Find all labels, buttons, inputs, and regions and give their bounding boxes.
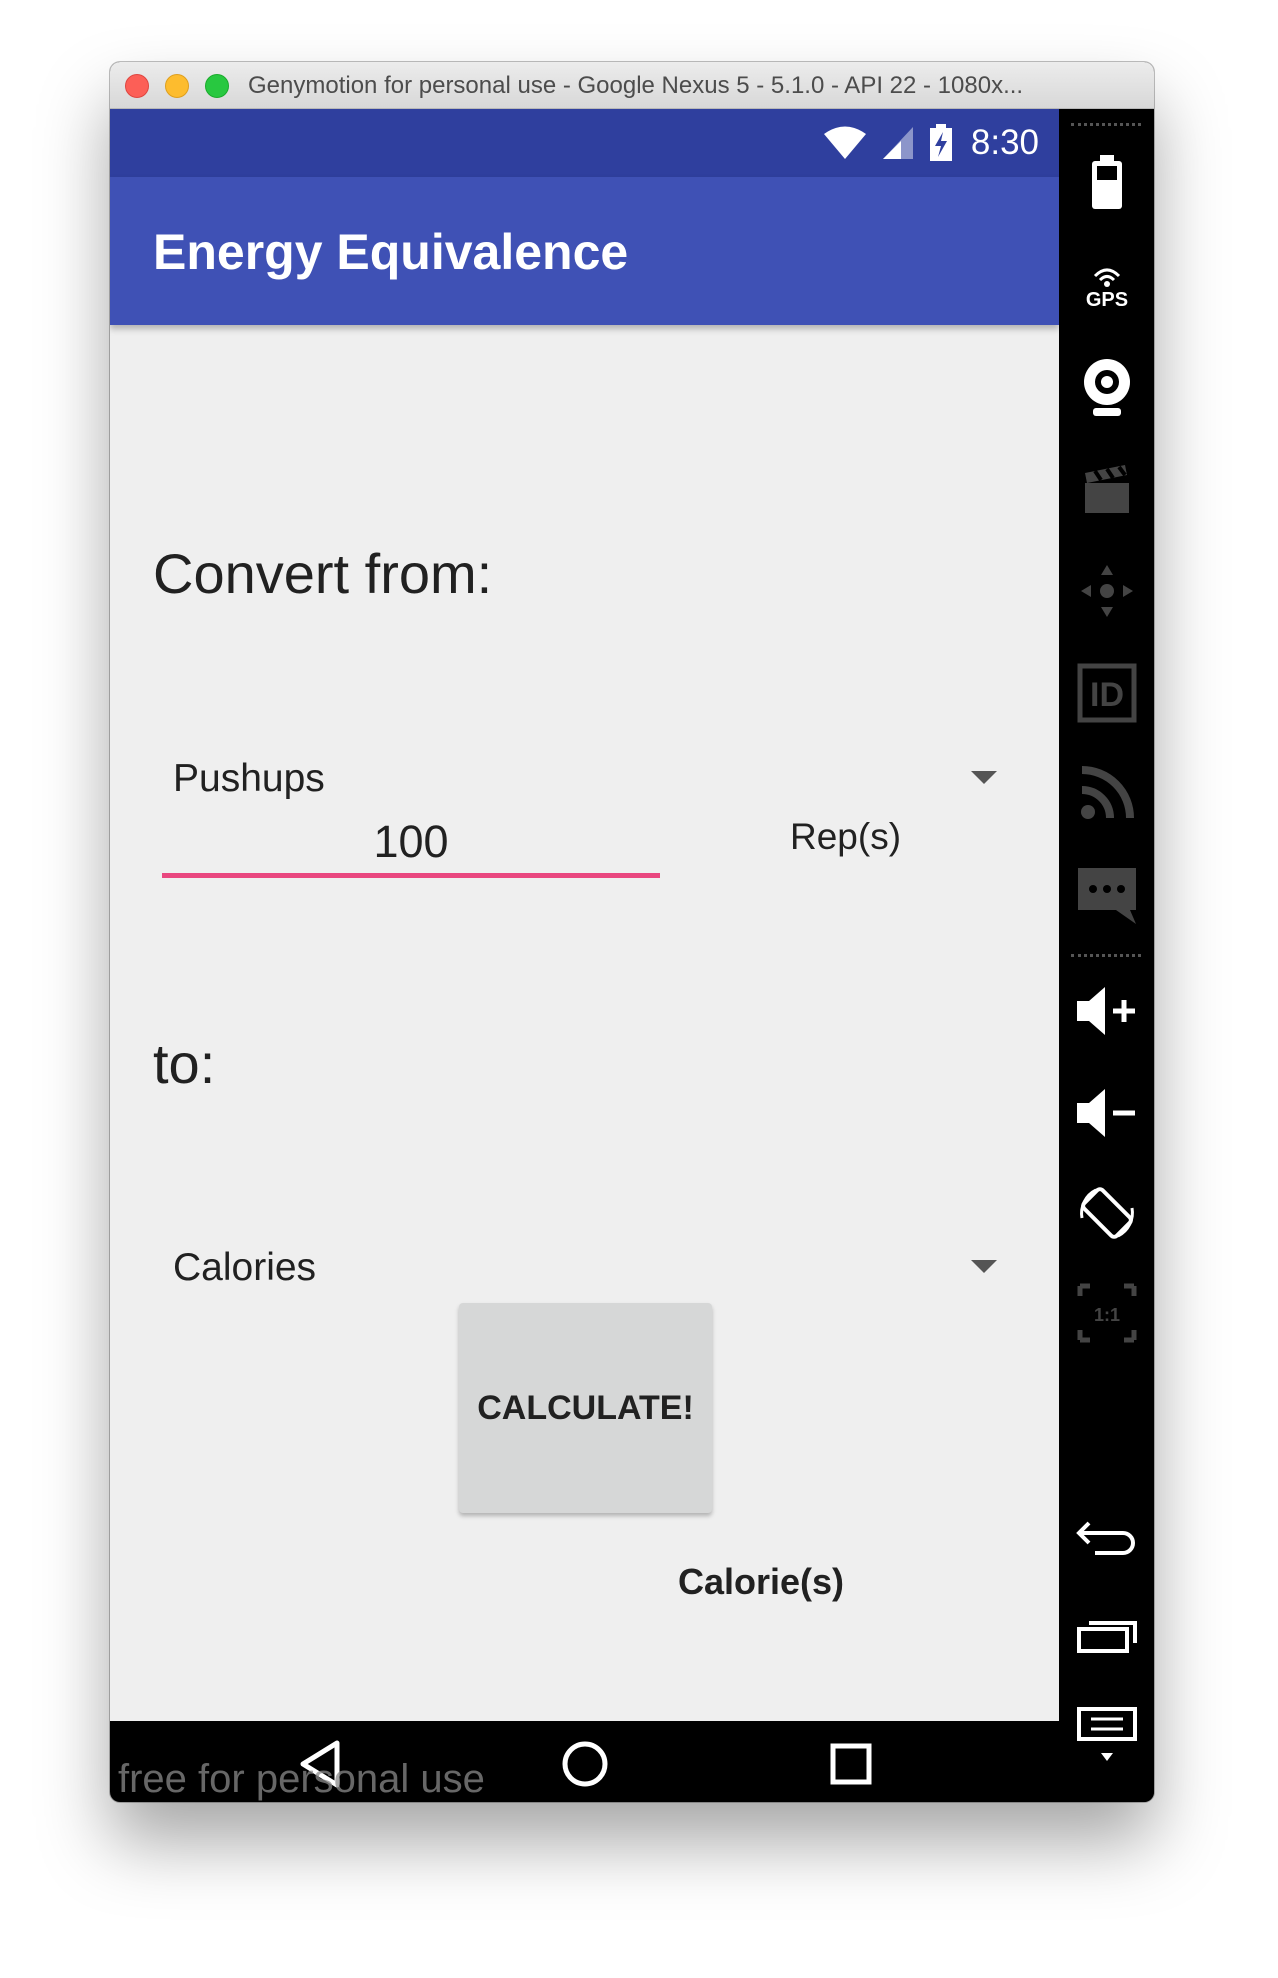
pixel-perfect-button[interactable]: 1:1 [1075, 1281, 1139, 1345]
fullscreen-ratio-icon: 1:1 [1077, 1283, 1137, 1343]
genymotion-window: Genymotion for personal use - Google Nex… [110, 62, 1154, 1802]
home-circle-icon [562, 1741, 608, 1787]
recents-square-icon [830, 1743, 872, 1785]
window-title: Genymotion for personal use - Google Nex… [248, 72, 1024, 99]
amount-input[interactable]: 100 [162, 806, 660, 878]
recent-apps-button[interactable] [1075, 1603, 1139, 1667]
dpad-widget-button[interactable] [1075, 559, 1139, 623]
device-id-widget-button[interactable]: ID [1075, 661, 1139, 725]
message-icon [1078, 868, 1136, 924]
id-icon: ID [1077, 663, 1137, 723]
rotate-icon [1080, 1187, 1134, 1239]
genymotion-sidebar: GPS ID 1:1 [1059, 109, 1154, 1802]
ratio-label: 1:1 [1094, 1305, 1120, 1325]
webcam-icon [1084, 359, 1130, 416]
menu-button[interactable] [1075, 1703, 1139, 1767]
zoom-window-button[interactable] [205, 74, 229, 98]
to-label: to: [153, 1032, 216, 1095]
rss-icon [1081, 766, 1134, 819]
gps-widget-button[interactable]: GPS [1075, 252, 1139, 316]
volume-up-button[interactable] [1075, 979, 1139, 1043]
to-spinner-value: Calories [173, 1246, 317, 1289]
from-unit-spinner[interactable]: Pushups [153, 737, 1033, 817]
cell-signal-icon [882, 127, 913, 159]
watermark-text: free for personal use [118, 1757, 485, 1801]
nav-recents-button[interactable] [826, 1739, 876, 1789]
amount-value: 100 [373, 816, 449, 867]
window-titlebar: Genymotion for personal use - Google Nex… [110, 62, 1154, 109]
back-button[interactable] [1075, 1503, 1139, 1567]
from-unit-label: Rep(s) [790, 816, 902, 857]
android-status-bar: 8:30 [110, 109, 1059, 177]
calculate-button[interactable]: CALCULATE! [459, 1303, 712, 1513]
clapperboard-icon [1085, 465, 1129, 513]
from-spinner-value: Pushups [173, 757, 325, 800]
back-arrow-icon [1076, 1521, 1135, 1555]
id-label: ID [1090, 676, 1124, 714]
volume-down-button[interactable] [1075, 1081, 1139, 1145]
rotate-button[interactable] [1075, 1181, 1139, 1245]
wifi-icon [823, 126, 866, 159]
minimize-window-button[interactable] [165, 74, 189, 98]
recent-apps-icon [1077, 1621, 1137, 1653]
app-title: Energy Equivalence [153, 224, 629, 280]
status-clock: 8:30 [970, 123, 1039, 162]
sidebar-divider [1071, 123, 1141, 126]
volume-down-icon [1077, 1089, 1135, 1137]
to-unit-spinner[interactable]: Calories [153, 1226, 1033, 1306]
sms-widget-button[interactable] [1075, 864, 1139, 928]
nav-home-button[interactable] [560, 1739, 610, 1789]
volume-up-icon [1077, 987, 1135, 1035]
gps-icon: GPS [1086, 268, 1128, 311]
dropdown-arrow-icon [971, 771, 997, 784]
gps-label: GPS [1086, 289, 1128, 311]
battery-widget-button[interactable] [1075, 151, 1139, 215]
battery-icon [1092, 155, 1122, 209]
webcam-widget-button[interactable] [1075, 355, 1139, 419]
input-underline [162, 873, 660, 878]
sidebar-divider [1071, 954, 1141, 957]
dropdown-arrow-icon [971, 1260, 997, 1273]
cast-widget-button[interactable] [1075, 761, 1139, 825]
convert-from-label: Convert from: [153, 542, 493, 605]
menu-icon [1077, 1707, 1137, 1761]
app-bar: Energy Equivalence [110, 177, 1059, 325]
close-window-button[interactable] [125, 74, 149, 98]
battery-charging-icon [929, 124, 952, 161]
result-unit-label: Calorie(s) [678, 1561, 845, 1602]
move-arrows-icon [1081, 565, 1133, 617]
android-screen: 8:30 Energy Equivalence Convert from: Pu… [110, 109, 1059, 1802]
screencast-widget-button[interactable] [1075, 457, 1139, 521]
